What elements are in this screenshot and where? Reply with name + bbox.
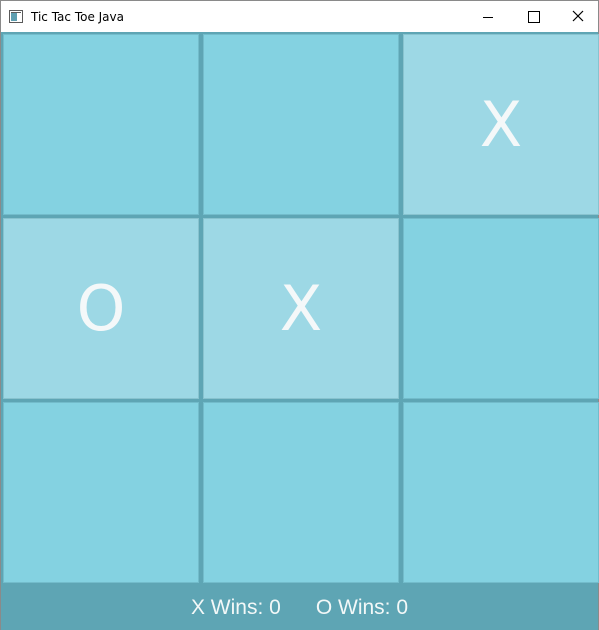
board-cell-3-2[interactable]	[203, 402, 399, 583]
cell-mark: X	[479, 88, 523, 161]
game-panel: X O X X Wins: 0 O Wins: 0	[1, 32, 599, 630]
board-cell-1-3[interactable]: X	[403, 34, 599, 215]
cell-mark	[4, 403, 198, 582]
board-cell-2-3[interactable]	[403, 218, 599, 399]
app-icon	[9, 10, 23, 23]
x-wins-count: 0	[269, 596, 281, 619]
title-bar[interactable]: Tic Tac Toe Java	[1, 1, 598, 32]
board-cell-1-2[interactable]	[203, 34, 399, 215]
score-text: X Wins: 0 O Wins: 0	[1, 596, 598, 620]
cell-mark	[404, 403, 598, 582]
o-wins-count: 0	[396, 596, 409, 619]
board-cell-2-2[interactable]: X	[203, 218, 399, 399]
cell-mark	[4, 35, 198, 214]
score-bar: X Wins: 0 O Wins: 0	[1, 583, 598, 630]
o-wins-label: O Wins:	[315, 596, 391, 619]
app-window: Tic Tac Toe Java X O X X Wins: 0 O Wins: 0	[0, 0, 599, 630]
cell-mark	[404, 219, 598, 398]
close-icon	[572, 10, 584, 22]
cell-mark: X	[279, 272, 323, 345]
cell-mark: O	[76, 272, 126, 345]
board-cell-2-1[interactable]: O	[3, 218, 199, 399]
maximize-button[interactable]	[511, 1, 557, 32]
board-cell-3-3[interactable]	[403, 402, 599, 583]
window-title: Tic Tac Toe Java	[31, 10, 124, 24]
minimize-button[interactable]	[465, 1, 511, 32]
cell-mark	[204, 403, 398, 582]
close-button[interactable]	[557, 1, 599, 32]
board-cell-1-1[interactable]	[3, 34, 199, 215]
cell-mark	[204, 35, 398, 214]
board-cell-3-1[interactable]	[3, 402, 199, 583]
x-wins-label: X Wins:	[190, 596, 264, 619]
